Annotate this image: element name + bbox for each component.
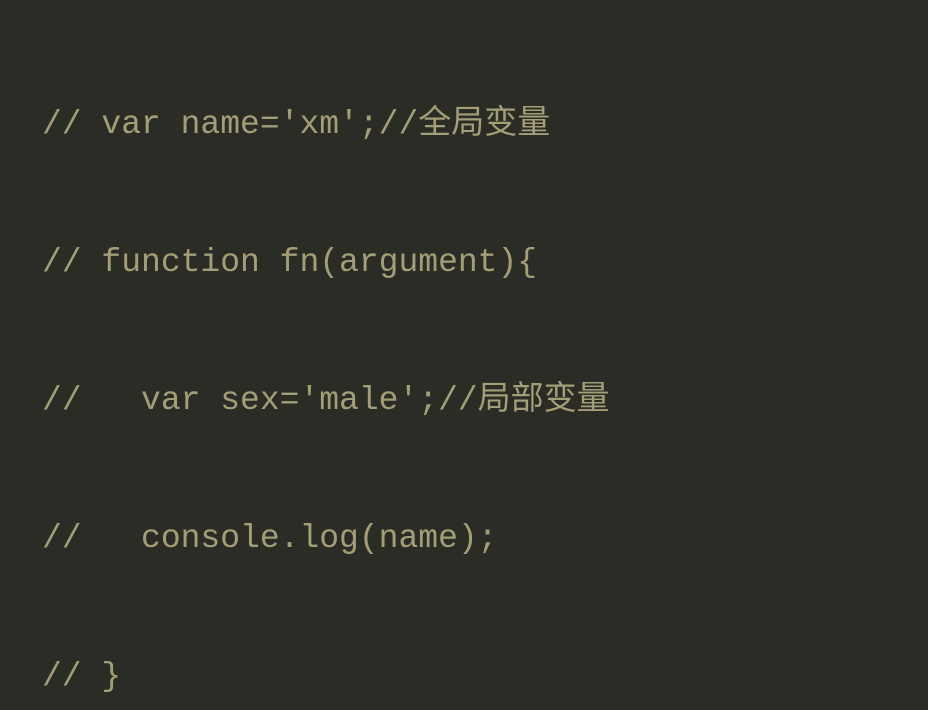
code-line[interactable]: // var name='xm';//全局变量 <box>42 102 928 148</box>
code-line[interactable]: // function fn(argument){ <box>42 240 928 286</box>
code-line[interactable]: // console.log(name); <box>42 516 928 562</box>
code-editor[interactable]: // var name='xm';//全局变量 // function fn(a… <box>0 0 928 710</box>
code-line[interactable]: // var sex='male';//局部变量 <box>42 378 928 424</box>
code-line[interactable]: // } <box>42 654 928 700</box>
